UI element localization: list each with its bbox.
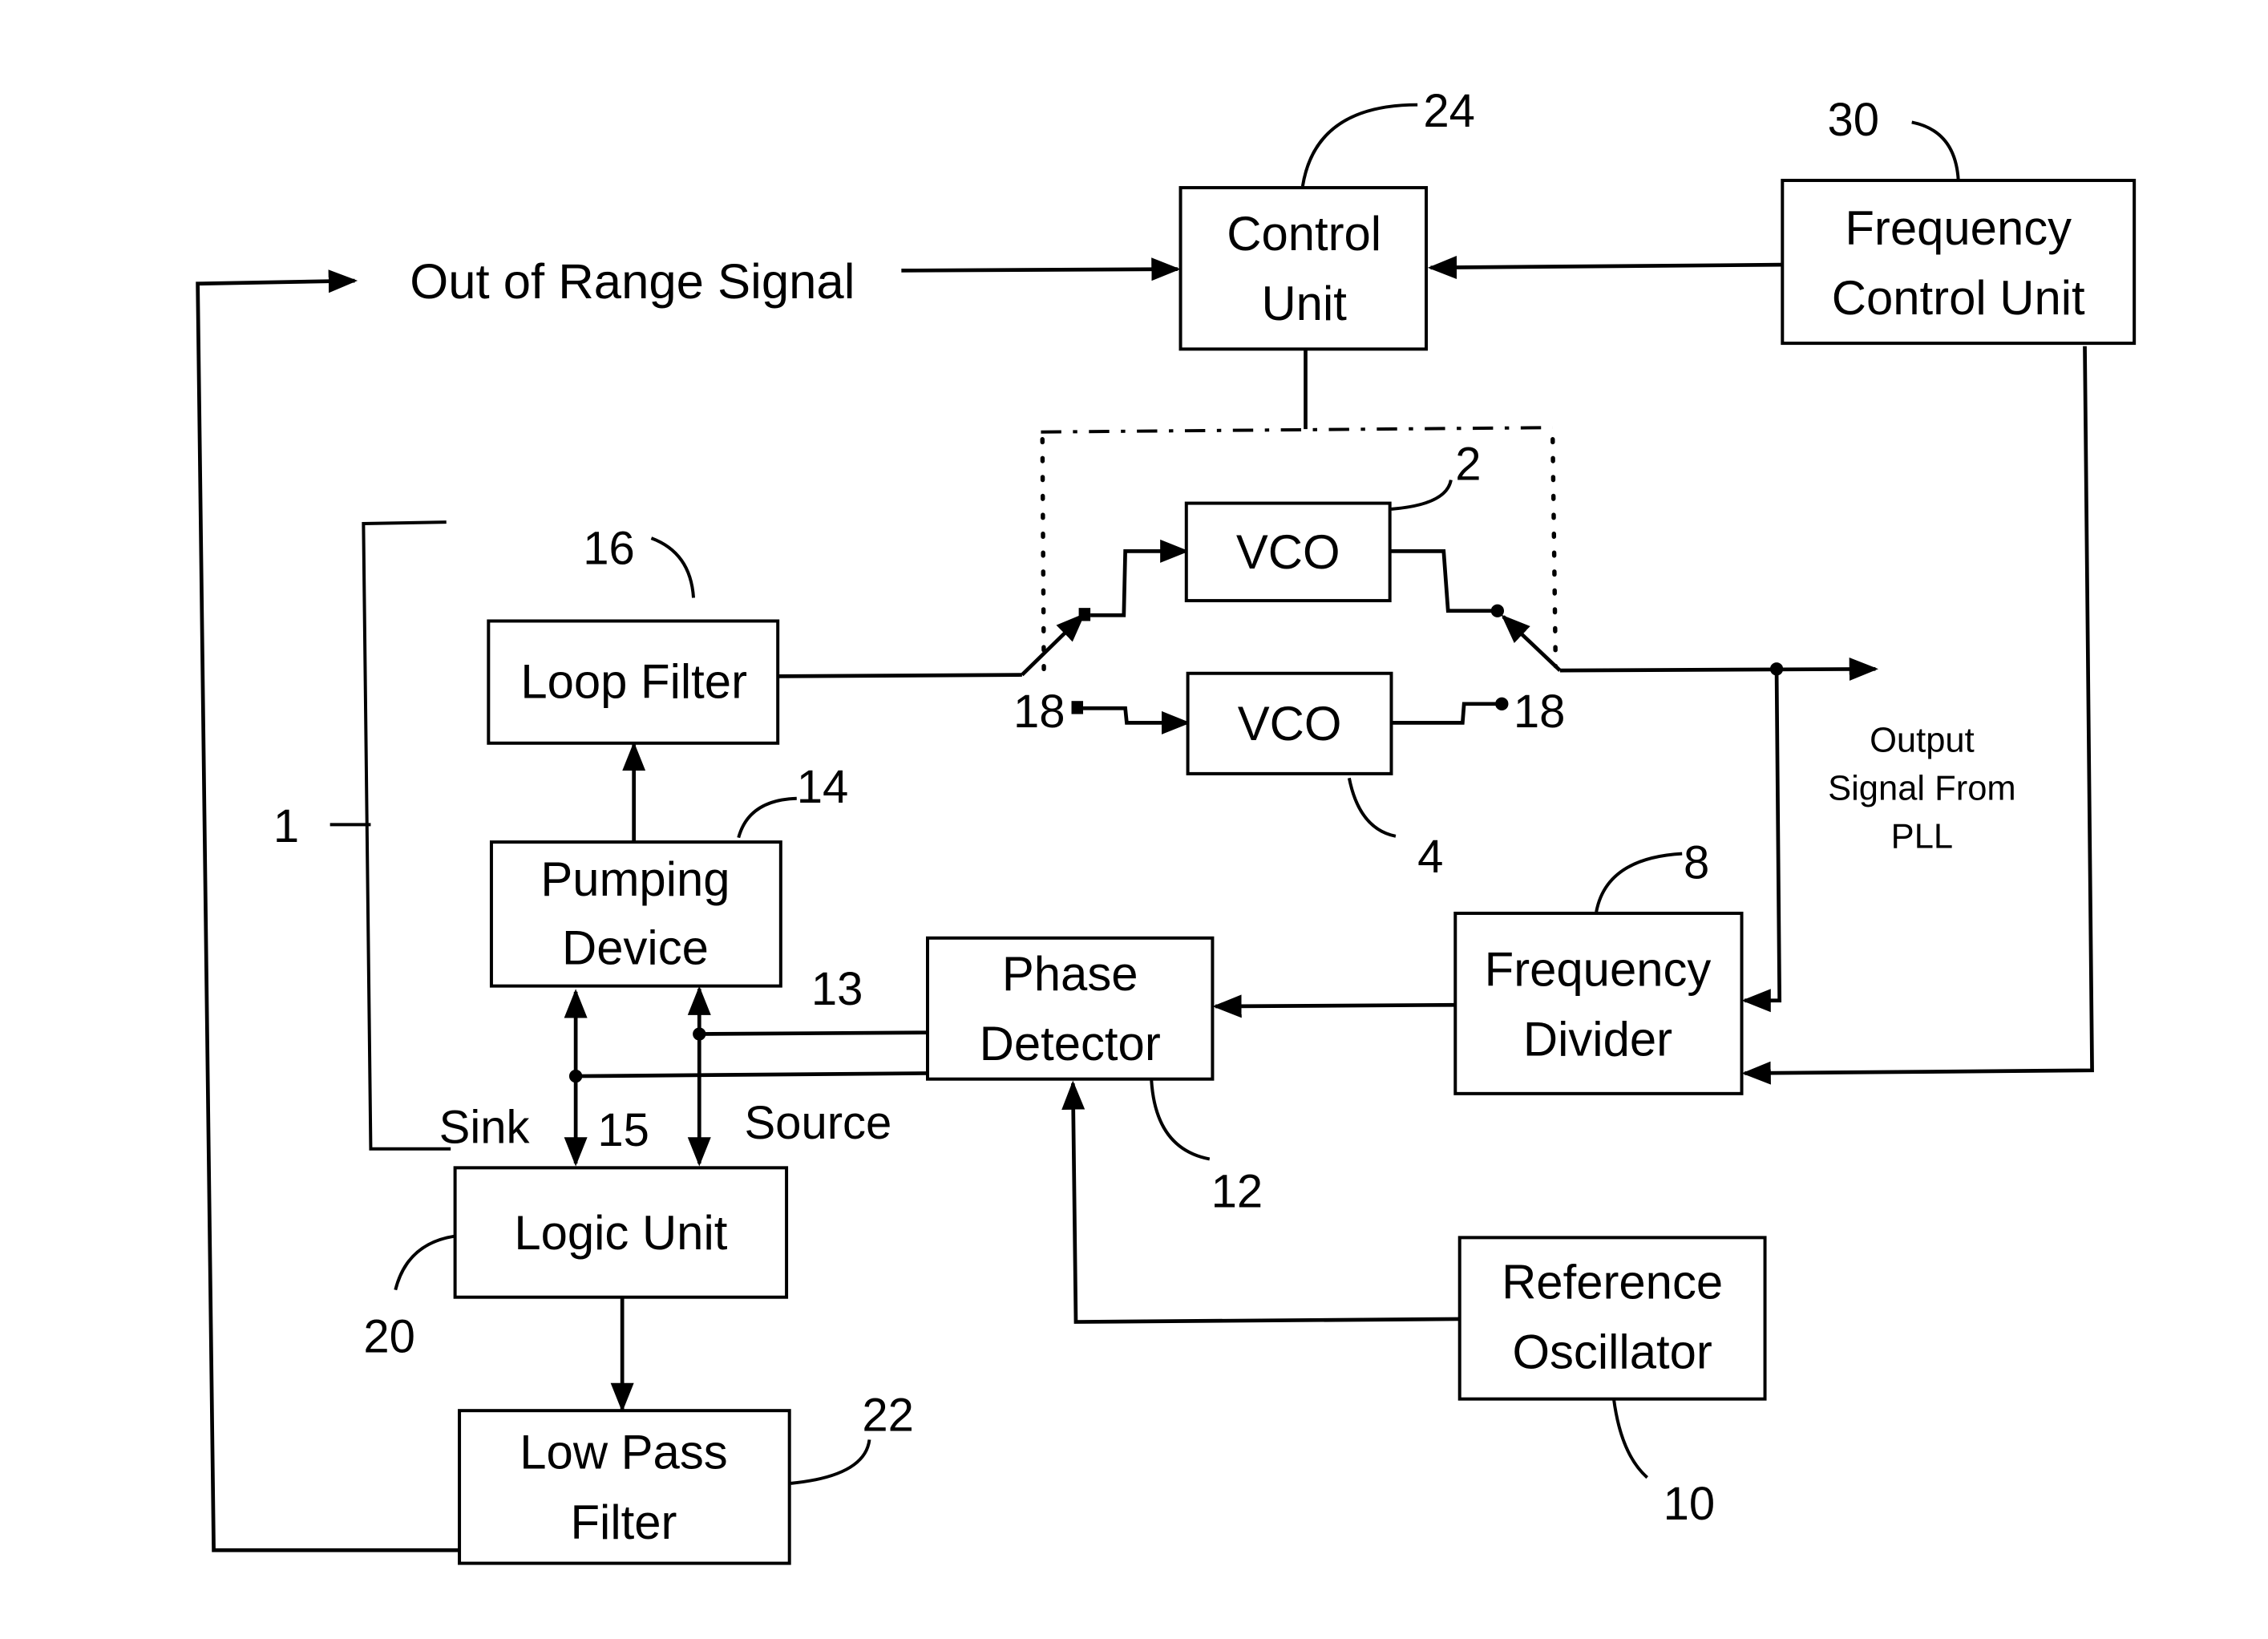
ref-4: 4 [1417, 831, 1443, 883]
ref-1: 1 [273, 800, 299, 852]
lpf-label-2: Filter [570, 1495, 677, 1549]
wire-vco-top-out [1389, 549, 1497, 613]
switch-left-contact-top [1078, 608, 1091, 621]
ref-22: 22 [862, 1390, 914, 1442]
phase-label-1: Phase [1002, 947, 1138, 1001]
out-of-range-label: Out of Range Signal [410, 254, 855, 310]
pumping-label-2: Device [562, 921, 709, 974]
low-pass-filter-block: Low Pass Filter [458, 1409, 791, 1565]
ref-8: 8 [1684, 836, 1709, 888]
leader-10 [1611, 1398, 1648, 1479]
leader-2 [1391, 480, 1453, 511]
wire-divider-to-phase [1212, 994, 1456, 1018]
wire-vco-bottom-out [1391, 702, 1498, 725]
control-unit-block: Control Unit [1178, 186, 1429, 351]
wire-loopfilter-to-switch [778, 673, 1022, 678]
switch-link-right-dotted [1550, 437, 1558, 669]
leader-12 [1150, 1080, 1211, 1161]
refosc-label-2: Oscillator [1512, 1325, 1712, 1379]
switch-link-dashdot [1041, 426, 1553, 434]
leader-20 [394, 1234, 455, 1291]
leader-8 [1595, 852, 1683, 913]
switch-right-contact-bottom [1495, 697, 1509, 710]
vco-bottom-block: VCO [1186, 671, 1393, 775]
divider-label-1: Frequency [1485, 943, 1712, 997]
frequency-control-unit-block: Frequency Control Unit [1781, 178, 2137, 346]
reference-oscillator-block: Reference Oscillator [1457, 1236, 1767, 1401]
switch-right-contact-top [1490, 604, 1505, 617]
ref-16: 16 [583, 523, 635, 575]
wire-phase-to-source [699, 1030, 928, 1036]
wire-freqctrl-to-divider [1741, 346, 2094, 1085]
frequency-divider-block: Frequency Divider [1453, 911, 1744, 1095]
ref-18-left: 18 [1013, 686, 1065, 738]
leader-14 [737, 796, 797, 839]
phase-detector-block: Phase Detector [925, 936, 1215, 1081]
leader-4 [1347, 777, 1397, 838]
switch-link-left-dotted [1040, 437, 1046, 672]
pumping-label-1: Pumping [540, 852, 730, 906]
bracket-1 [362, 520, 451, 1151]
phase-label-2: Detector [980, 1017, 1161, 1070]
ref-30: 30 [1828, 94, 1880, 146]
lpf-label-1: Low Pass [519, 1426, 727, 1479]
wire-freqctrl-to-control [1427, 256, 1781, 280]
ref-24: 24 [1423, 85, 1475, 137]
wire-refosc-to-phase [1061, 1080, 1460, 1324]
vco-top-block: VCO [1184, 501, 1392, 603]
vco-top-label: VCO [1236, 525, 1340, 579]
wire-out-of-range-to-control [901, 257, 1181, 281]
output-label-1: Output [1870, 722, 1975, 760]
freq-control-label-2: Control Unit [1832, 271, 2085, 325]
switch-right-blade [1501, 614, 1562, 672]
control-unit-label-2: Unit [1261, 277, 1347, 330]
pll-diagram: Control Unit Frequency Control Unit VCO … [196, 85, 2137, 1565]
ref-13: 13 [811, 963, 863, 1015]
leader-22 [790, 1439, 871, 1485]
wire-lpf-to-out-of-range [196, 269, 460, 1552]
ref-18-right: 18 [1514, 686, 1566, 738]
sink-label: Sink [439, 1101, 531, 1153]
control-unit-label-1: Control [1227, 207, 1381, 261]
loop-filter-label: Loop Filter [520, 655, 747, 709]
ref-2: 2 [1455, 439, 1481, 491]
wire-phase-to-sink [576, 1071, 928, 1079]
output-label-3: PLL [1891, 817, 1953, 856]
leader-30 [1911, 120, 1960, 181]
vco-bottom-label: VCO [1238, 697, 1342, 751]
refosc-label-1: Reference [1502, 1256, 1723, 1309]
wire-output-to-divider [1741, 669, 1782, 1013]
ref-15: 15 [597, 1104, 649, 1156]
switch-left-contact-bottom [1071, 701, 1084, 714]
wire-switch-to-vco-top [1090, 539, 1190, 617]
leader-24 [1300, 103, 1418, 187]
ref-12: 12 [1211, 1165, 1263, 1217]
divider-label-2: Divider [1523, 1013, 1672, 1066]
pumping-device-block: Pumping Device [489, 840, 782, 988]
output-label-2: Signal From [1828, 770, 2016, 808]
ref-14: 14 [797, 761, 849, 813]
wire-output-signal [1559, 657, 1878, 681]
loop-filter-block: Loop Filter [487, 619, 780, 745]
logic-unit-block: Logic Unit [453, 1166, 789, 1299]
ref-20: 20 [363, 1311, 415, 1363]
logic-unit-label: Logic Unit [514, 1206, 727, 1260]
ref-10: 10 [1664, 1478, 1716, 1530]
source-label: Source [744, 1097, 891, 1149]
wire-contact-to-vco-bottom [1083, 706, 1191, 735]
leader-16 [650, 536, 696, 598]
freq-control-label-1: Frequency [1845, 201, 2072, 255]
switch-left-blade [1021, 613, 1085, 677]
